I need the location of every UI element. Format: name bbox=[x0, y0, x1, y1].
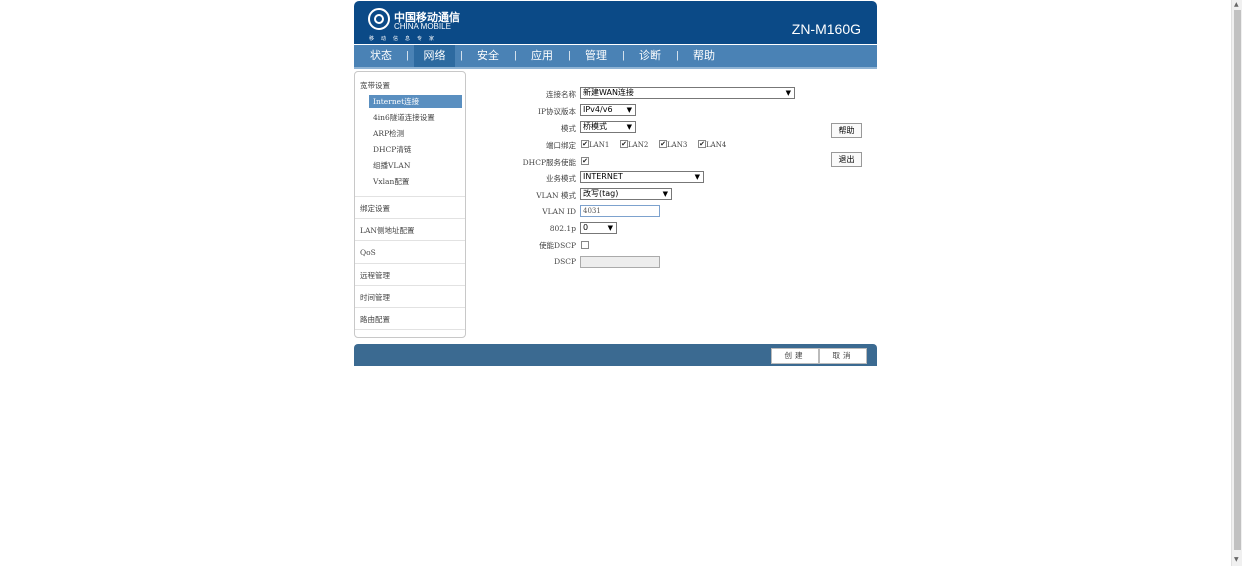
dot1p-select[interactable]: 0 ▼ bbox=[580, 222, 617, 234]
sidebar: 宽带设置 Internet连接 4in6隧道连接设置 ARP检测 DHCP清链 … bbox=[354, 71, 466, 338]
sidebar-group-lan-address[interactable]: LAN侧地址配置 bbox=[360, 225, 460, 236]
lan2-label: LAN2 bbox=[628, 141, 649, 149]
lan4-label: LAN4 bbox=[706, 141, 727, 149]
divider bbox=[355, 329, 465, 330]
dscp-label: DSCP bbox=[554, 257, 576, 266]
ip-version-select[interactable]: IPv4/v6 ▼ bbox=[580, 104, 636, 116]
footer-bar: 创建 取消 bbox=[354, 344, 877, 366]
scroll-down-arrow-icon[interactable]: ▼ bbox=[1234, 556, 1239, 563]
service-mode-value: INTERNET bbox=[583, 172, 623, 181]
logo-slogan: 移动信息专家 bbox=[369, 36, 442, 42]
vlan-id-label: VLAN ID bbox=[542, 207, 576, 216]
nav-separator: | bbox=[460, 51, 464, 61]
dropdown-arrow-icon: ▼ bbox=[607, 224, 613, 232]
nav-separator: | bbox=[514, 51, 518, 61]
sidebar-group-binding[interactable]: 绑定设置 bbox=[360, 203, 460, 214]
sidebar-item-dhcp[interactable]: DHCP清链 bbox=[369, 143, 462, 156]
scroll-up-arrow-icon[interactable]: ▲ bbox=[1234, 1, 1239, 8]
mode-value: 桥模式 bbox=[583, 122, 607, 131]
sidebar-item-multicast-vlan[interactable]: 组播VLAN bbox=[369, 159, 462, 172]
divider bbox=[355, 240, 465, 241]
dot1p-label: 802.1p bbox=[549, 224, 576, 233]
dropdown-arrow-icon: ▼ bbox=[626, 106, 632, 114]
china-mobile-logo-icon bbox=[368, 8, 390, 30]
scrollbar-thumb[interactable] bbox=[1234, 10, 1241, 550]
nav-separator: | bbox=[568, 51, 572, 61]
port-bind-label: 端口绑定 bbox=[546, 141, 576, 150]
dhcp-enable-checkbox[interactable]: ✔ bbox=[581, 157, 589, 165]
lan4-checkbox[interactable]: ✔ bbox=[698, 140, 706, 148]
vlan-mode-select[interactable]: 改写(tag) ▼ bbox=[580, 188, 672, 200]
create-button[interactable]: 创建 bbox=[771, 348, 819, 364]
nav-help[interactable]: 帮助 bbox=[685, 45, 723, 67]
vlan-mode-label: VLAN 模式 bbox=[536, 191, 576, 200]
conn-name-select[interactable]: 新建WAN连接 ▼ bbox=[580, 87, 795, 99]
divider bbox=[355, 263, 465, 264]
sidebar-group-time-management[interactable]: 时间管理 bbox=[360, 292, 460, 303]
sidebar-group-qos[interactable]: QoS bbox=[360, 248, 460, 257]
divider bbox=[355, 307, 465, 308]
nav-separator: | bbox=[622, 51, 626, 61]
nav-application[interactable]: 应用 bbox=[523, 45, 561, 67]
dscp-input[interactable] bbox=[580, 256, 660, 268]
lan1-label: LAN1 bbox=[589, 141, 610, 149]
help-button[interactable]: 帮助 bbox=[831, 123, 862, 138]
sidebar-item-vxlan[interactable]: Vxlan配置 bbox=[369, 175, 462, 188]
nav-separator: | bbox=[406, 51, 410, 61]
sidebar-item-4in6-tunnel[interactable]: 4in6隧道连接设置 bbox=[369, 111, 462, 124]
nav-network[interactable]: 网络 bbox=[414, 45, 455, 67]
sidebar-item-arp-detect[interactable]: ARP检测 bbox=[369, 127, 462, 140]
nav-separator: | bbox=[676, 51, 680, 61]
dropdown-arrow-icon: ▼ bbox=[785, 89, 791, 97]
dot1p-value: 0 bbox=[583, 223, 589, 232]
divider bbox=[355, 285, 465, 286]
dropdown-arrow-icon: ▼ bbox=[626, 123, 632, 131]
nav-security[interactable]: 安全 bbox=[469, 45, 507, 67]
divider bbox=[355, 218, 465, 219]
lan1-checkbox[interactable]: ✔ bbox=[581, 140, 589, 148]
dhcp-enable-label: DHCP服务使能 bbox=[522, 158, 576, 167]
nav-diagnosis[interactable]: 诊断 bbox=[631, 45, 669, 67]
logout-button[interactable]: 退出 bbox=[831, 152, 862, 167]
device-model: ZN-M160G bbox=[791, 21, 861, 37]
mode-label: 模式 bbox=[561, 124, 576, 133]
header-banner: 中国移动通信 CHINA MOBILE 移动信息专家 ZN-M160G bbox=[354, 1, 877, 44]
sidebar-group-routing[interactable]: 路由配置 bbox=[360, 314, 460, 325]
dscp-enable-checkbox[interactable] bbox=[581, 241, 589, 249]
lan3-label: LAN3 bbox=[667, 141, 688, 149]
main-nav: 状态 | 网络 | 安全 | 应用 | 管理 | 诊断 | 帮助 bbox=[354, 45, 877, 69]
vertical-scrollbar[interactable]: ▲ ▼ bbox=[1231, 0, 1242, 566]
sidebar-group-remote-management[interactable]: 远程管理 bbox=[360, 270, 460, 281]
logo-english-text: CHINA MOBILE bbox=[394, 22, 451, 31]
lan3-checkbox[interactable]: ✔ bbox=[659, 140, 667, 148]
divider bbox=[355, 196, 465, 197]
vlan-id-input[interactable]: 4031 bbox=[580, 205, 660, 217]
service-mode-select[interactable]: INTERNET ▼ bbox=[580, 171, 704, 183]
sidebar-group-broadband[interactable]: 宽带设置 bbox=[360, 80, 460, 91]
cancel-button[interactable]: 取消 bbox=[819, 348, 867, 364]
nav-status[interactable]: 状态 bbox=[362, 45, 400, 67]
dscp-enable-label: 使能DSCP bbox=[539, 241, 576, 250]
conn-name-value: 新建WAN连接 bbox=[583, 88, 634, 97]
mode-select[interactable]: 桥模式 ▼ bbox=[580, 121, 636, 133]
lan2-checkbox[interactable]: ✔ bbox=[620, 140, 628, 148]
dropdown-arrow-icon: ▼ bbox=[662, 190, 668, 198]
ip-version-value: IPv4/v6 bbox=[583, 105, 613, 114]
nav-management[interactable]: 管理 bbox=[577, 45, 615, 67]
conn-name-label: 连接名称 bbox=[546, 90, 576, 99]
ip-version-label: IP协议版本 bbox=[537, 107, 576, 116]
service-mode-label: 业务模式 bbox=[546, 174, 576, 183]
vlan-mode-value: 改写(tag) bbox=[583, 189, 619, 198]
sidebar-item-internet-connection[interactable]: Internet连接 bbox=[369, 95, 462, 108]
dropdown-arrow-icon: ▼ bbox=[694, 173, 700, 181]
